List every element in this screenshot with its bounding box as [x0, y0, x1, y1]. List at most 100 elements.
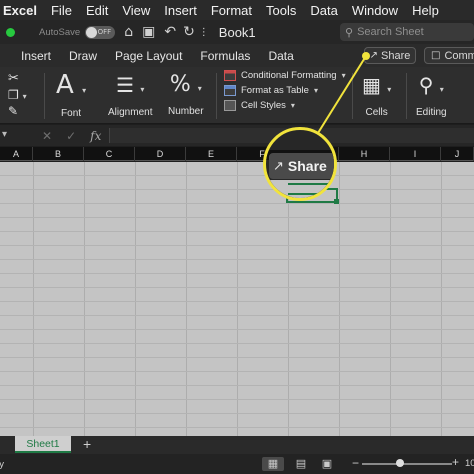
column-header[interactable]: C: [84, 147, 135, 161]
alignment-label: Alignment: [108, 107, 153, 118]
cells-group[interactable]: ▦ ▾ Cells: [362, 71, 391, 118]
menu-insert[interactable]: Insert: [157, 3, 204, 18]
chevron-down-icon: ▾: [313, 86, 318, 95]
grid-line: [0, 245, 474, 246]
grid-line: [0, 175, 474, 176]
number-label: Number: [168, 106, 204, 117]
tab-formulas[interactable]: Formulas: [191, 49, 259, 63]
zoom-in-button[interactable]: +: [452, 455, 459, 469]
zoom-slider-knob[interactable]: [396, 459, 404, 467]
menu-tools[interactable]: Tools: [259, 3, 303, 18]
fill-handle[interactable]: [334, 199, 339, 204]
add-sheet-button[interactable]: +: [83, 436, 91, 452]
column-header[interactable]: A: [0, 147, 33, 161]
status-ready-text: dy: [0, 458, 5, 470]
zoom-slider[interactable]: [362, 463, 452, 465]
tab-data[interactable]: Data: [259, 49, 302, 63]
grid-line: [0, 259, 474, 260]
grid-line: [0, 329, 474, 330]
cancel-icon[interactable]: ✕: [42, 129, 52, 143]
format-painter-icon[interactable]: ✎: [8, 104, 18, 118]
toggle-knob: [86, 26, 98, 38]
enter-icon[interactable]: ✓: [66, 129, 76, 143]
formula-bar: ▾ ✕ ✓ fx: [0, 125, 474, 146]
cells-icon: ▦ ▾: [362, 73, 392, 97]
search-box[interactable]: ⚲: [340, 23, 474, 41]
autosave-toggle[interactable]: OFF: [85, 25, 116, 39]
search-input[interactable]: [357, 26, 468, 38]
share-button[interactable]: ↗ Share: [364, 47, 416, 64]
alignment-icon: ☰ ▾: [116, 73, 145, 97]
cell-styles-icon: [224, 100, 236, 111]
font-icon: A ▾: [56, 70, 87, 100]
menu-window[interactable]: Window: [345, 3, 405, 18]
column-header[interactable]: H: [339, 147, 390, 161]
column-header[interactable]: E: [186, 147, 237, 161]
cut-icon[interactable]: ✂: [8, 71, 19, 86]
cell-grid[interactable]: [0, 162, 474, 436]
save-icon[interactable]: ▣: [142, 24, 155, 40]
page-layout-view-icon[interactable]: ▤: [290, 457, 312, 471]
number-group[interactable]: % ▾ Number: [168, 71, 204, 117]
grid-line: [0, 315, 474, 316]
sheet-tab-sheet1[interactable]: Sheet1: [15, 436, 71, 453]
share-callout-magnifier: ↗ Share: [263, 127, 337, 201]
ribbon-separator: [216, 73, 217, 119]
grid-line: [0, 273, 474, 274]
share-icon: ↗: [273, 158, 284, 174]
menu-app-name[interactable]: Excel: [0, 3, 44, 18]
home-icon[interactable]: ⌂: [124, 24, 133, 40]
share-icon: ↗: [369, 50, 379, 61]
comments-label: Comm: [444, 49, 474, 62]
column-header[interactable]: I: [390, 147, 441, 161]
editing-label: Editing: [416, 107, 447, 118]
window-maximize-dot[interactable]: [6, 27, 15, 37]
comment-icon: □: [431, 50, 441, 61]
comments-button[interactable]: □ Comm: [424, 47, 474, 64]
undo-icon[interactable]: ↶: [164, 24, 176, 40]
zoom-out-button[interactable]: −: [352, 456, 359, 470]
conditional-formatting-icon: [224, 70, 236, 81]
editing-group[interactable]: ⚲ ▾ Editing: [416, 71, 447, 118]
tab-page-layout[interactable]: Page Layout: [106, 49, 191, 63]
clipboard-group: ✂ ❐ ▾ ✎: [8, 71, 27, 118]
magnified-active-cell: [288, 183, 334, 195]
menu-data[interactable]: Data: [303, 3, 344, 18]
menu-file[interactable]: File: [44, 3, 79, 18]
column-header[interactable]: D: [135, 147, 186, 161]
column-header[interactable]: B: [33, 147, 84, 161]
ribbon-tabs: Insert Draw Page Layout Formulas Data ↗ …: [0, 44, 474, 67]
cell-styles-button[interactable]: Cell Styles ▾: [224, 100, 346, 111]
cell-styles-label: Cell Styles: [241, 100, 286, 111]
format-as-table-button[interactable]: Format as Table ▾: [224, 85, 346, 96]
name-box-arrow-icon[interactable]: ▾: [2, 129, 20, 143]
customize-toolbar-icon[interactable]: ⋮: [199, 27, 209, 38]
normal-view-icon[interactable]: ▦: [262, 457, 284, 471]
conditional-formatting-button[interactable]: Conditional Formatting ▾: [224, 70, 346, 81]
menu-help[interactable]: Help: [405, 3, 446, 18]
cells-label: Cells: [365, 107, 388, 118]
autosave-state: OFF: [97, 27, 112, 36]
callout-anchor-dot: [362, 52, 370, 60]
grid-line: [0, 357, 474, 358]
column-header[interactable]: J: [441, 147, 474, 161]
menu-view[interactable]: View: [115, 3, 157, 18]
redo-icon[interactable]: ↻: [183, 24, 195, 40]
magnified-share-label: Share: [287, 158, 327, 174]
zoom-level[interactable]: 10: [465, 458, 474, 469]
document-title: Book1: [218, 24, 256, 40]
sheet-tab-bar: Sheet1 +: [0, 436, 474, 454]
page-break-view-icon[interactable]: ▣: [316, 457, 338, 471]
tab-insert[interactable]: Insert: [0, 49, 60, 63]
copy-icon[interactable]: ❐ ▾: [8, 88, 27, 102]
tab-draw[interactable]: Draw: [60, 49, 106, 63]
alignment-group[interactable]: ☰ ▾ Alignment: [108, 71, 152, 118]
grid-line: [0, 287, 474, 288]
menu-format[interactable]: Format: [204, 3, 259, 18]
insert-function-button[interactable]: fx: [90, 129, 101, 143]
chevron-down-icon: ▾: [290, 101, 295, 110]
ribbon-separator: [352, 73, 353, 119]
grid-line: [0, 203, 474, 204]
font-group[interactable]: A ▾ Font: [56, 71, 86, 119]
menu-edit[interactable]: Edit: [79, 3, 115, 18]
